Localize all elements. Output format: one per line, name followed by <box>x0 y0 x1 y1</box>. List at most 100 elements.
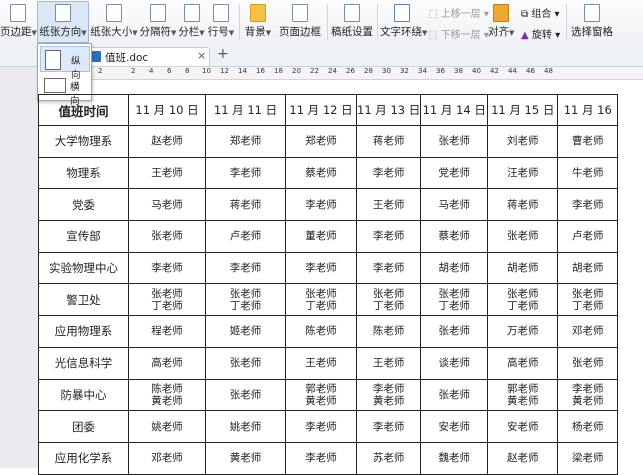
duty-cell[interactable]: 李老师 <box>355 251 422 285</box>
selection-pane-button[interactable]: 选择窗格 <box>570 2 614 42</box>
duty-cell[interactable]: 汪老师 <box>487 156 559 190</box>
department-cell[interactable]: 团委 <box>38 410 129 443</box>
columns-button[interactable]: 分栏▼ <box>178 2 205 42</box>
header-time-label[interactable]: 值班时间 <box>38 94 129 126</box>
line-numbers-button[interactable]: 行号▼ <box>207 2 235 42</box>
department-cell[interactable]: 宣传部 <box>38 220 129 253</box>
duty-cell[interactable]: 郑老师 <box>205 125 286 158</box>
bring-forward-button[interactable]: ⬚ 上移一层 ▾ <box>428 5 489 20</box>
orientation-button[interactable]: 纸张方向▼ <box>37 1 89 43</box>
duty-cell[interactable]: 曹老师 <box>557 125 619 158</box>
align-button[interactable]: 对齐▼ <box>488 2 514 42</box>
duty-cell[interactable]: 蔡老师 <box>420 220 489 253</box>
department-cell[interactable]: 实验物理中心 <box>38 251 129 285</box>
duty-cell[interactable]: 李老师 <box>285 410 357 443</box>
duty-cell[interactable]: 李老师 <box>355 220 422 253</box>
duty-cell[interactable]: 刘老师 <box>487 125 559 158</box>
duty-cell[interactable]: 邓老师 <box>128 441 206 475</box>
duty-cell[interactable]: 张老师 <box>420 125 489 158</box>
duty-cell[interactable]: 梁老师 <box>557 441 619 475</box>
duty-cell[interactable]: 陈老师 <box>285 315 357 348</box>
duty-cell[interactable]: 陈老师 黄老师 <box>128 378 206 412</box>
duty-cell[interactable]: 卢老师 <box>205 220 286 253</box>
duty-cell[interactable]: 高老师 <box>487 346 559 380</box>
department-cell[interactable]: 光信息科学 <box>38 346 129 380</box>
duty-cell[interactable]: 胡老师 <box>420 251 489 285</box>
send-backward-button[interactable]: ⬚ 下移一层 ▾ <box>428 26 489 41</box>
duty-cell[interactable]: 张老师 丁老师 <box>285 283 357 317</box>
duty-cell[interactable]: 王老师 <box>355 188 422 222</box>
duty-cell[interactable]: 张老师 丁老师 <box>420 283 489 317</box>
duty-cell[interactable]: 李老师 黄老师 <box>355 378 422 412</box>
page-border-button[interactable]: 页面边框 <box>278 2 322 42</box>
duty-cell[interactable]: 姬老师 <box>205 315 286 348</box>
duty-cell[interactable]: 李老师 <box>205 156 286 190</box>
duty-cell[interactable]: 赵老师 <box>487 441 559 475</box>
duty-cell[interactable]: 张老师 <box>487 220 559 253</box>
duty-cell[interactable]: 郭老师 黄老师 <box>285 378 357 412</box>
department-cell[interactable]: 防暴中心 <box>38 378 129 412</box>
tab-document[interactable]: 值班.doc × <box>86 47 210 66</box>
text-wrap-button[interactable]: 文字环绕▼ <box>380 2 427 42</box>
duty-cell[interactable]: 邓老师 <box>557 315 619 348</box>
duty-cell[interactable]: 魏老师 <box>420 441 489 475</box>
page-margin-button[interactable]: 页边距▼ <box>0 2 37 42</box>
duty-cell[interactable]: 安老师 <box>420 410 489 443</box>
duty-cell[interactable]: 李老师 <box>355 410 422 443</box>
duty-cell[interactable]: 蒋老师 <box>487 188 559 222</box>
duty-cell[interactable]: 蒋老师 <box>355 125 422 158</box>
duty-cell[interactable]: 程老师 <box>128 315 206 348</box>
duty-cell[interactable]: 牛老师 <box>557 156 619 190</box>
duty-cell[interactable]: 胡老师 <box>557 251 619 285</box>
duty-cell[interactable]: 马老师 <box>420 188 489 222</box>
duty-cell[interactable]: 赵老师 <box>128 125 206 158</box>
duty-cell[interactable]: 万老师 <box>487 315 559 348</box>
department-cell[interactable]: 物理系 <box>38 156 129 190</box>
duty-cell[interactable]: 谈老师 <box>420 346 489 380</box>
duty-cell[interactable]: 张老师 <box>205 346 286 380</box>
separator-button[interactable]: 分隔符▼ <box>139 2 177 42</box>
duty-cell[interactable]: 李老师 黄老师 <box>557 378 619 412</box>
group-button[interactable]: ⧉ 组合 ▾ <box>521 5 560 20</box>
close-tab-icon[interactable]: × <box>197 49 206 62</box>
header-date[interactable]: 11 月 11 日 <box>205 94 286 126</box>
duty-cell[interactable]: 苏老师 <box>355 441 422 475</box>
department-cell[interactable]: 党委 <box>38 188 129 222</box>
new-tab-button[interactable]: + <box>217 46 229 62</box>
duty-cell[interactable]: 杨老师 <box>557 410 619 443</box>
header-date[interactable]: 11 月 15 日 <box>487 94 559 126</box>
duty-cell[interactable]: 张老师 丁老师 <box>355 283 422 317</box>
duty-cell[interactable]: 黄老师 <box>205 441 286 475</box>
duty-cell[interactable]: 张老师 <box>557 346 619 380</box>
rotate-button[interactable]: ▲ 旋转 ▾ <box>521 26 560 41</box>
header-date[interactable]: 11 月 12 日 <box>285 94 357 126</box>
duty-cell[interactable]: 马老师 <box>128 188 206 222</box>
department-cell[interactable]: 大学物理系 <box>38 125 129 158</box>
duty-cell[interactable]: 张老师 丁老师 <box>557 283 619 317</box>
duty-cell[interactable]: 胡老师 <box>487 251 559 285</box>
paper-size-button[interactable]: 纸张大小▼ <box>89 2 139 42</box>
duty-cell[interactable]: 卢老师 <box>557 220 619 253</box>
duty-cell[interactable]: 安老师 <box>487 410 559 443</box>
duty-cell[interactable]: 李老师 <box>355 156 422 190</box>
header-date[interactable]: 11 月 10 日 <box>128 94 206 126</box>
department-cell[interactable]: 应用物理系 <box>38 315 129 348</box>
duty-cell[interactable]: 李老师 <box>285 441 357 475</box>
manuscript-settings-button[interactable]: 稿纸设置 <box>330 2 374 42</box>
duty-cell[interactable]: 李老师 <box>128 251 206 285</box>
duty-cell[interactable]: 蒋老师 <box>205 188 286 222</box>
background-button[interactable]: 背景▼ <box>243 2 273 42</box>
duty-cell[interactable]: 李老师 <box>205 251 286 285</box>
duty-cell[interactable]: 李老师 <box>557 188 619 222</box>
duty-cell[interactable]: 王老师 <box>355 346 422 380</box>
duty-cell[interactable]: 郭老师 黄老师 <box>487 378 559 412</box>
duty-cell[interactable]: 陈老师 <box>355 315 422 348</box>
duty-cell[interactable]: 姚老师 <box>205 410 286 443</box>
horizontal-ruler[interactable]: 2 2 4 6 8 10 12 14 16 18 20 22 24 26 28 … <box>90 67 643 80</box>
duty-cell[interactable]: 王老师 <box>285 346 357 380</box>
duty-cell[interactable]: 张老师 <box>205 378 286 412</box>
duty-cell[interactable]: 郑老师 <box>285 125 357 158</box>
duty-cell[interactable]: 李老师 <box>285 251 357 285</box>
header-date[interactable]: 11 月 16 <box>557 94 619 126</box>
department-cell[interactable]: 警卫处 <box>38 283 129 317</box>
